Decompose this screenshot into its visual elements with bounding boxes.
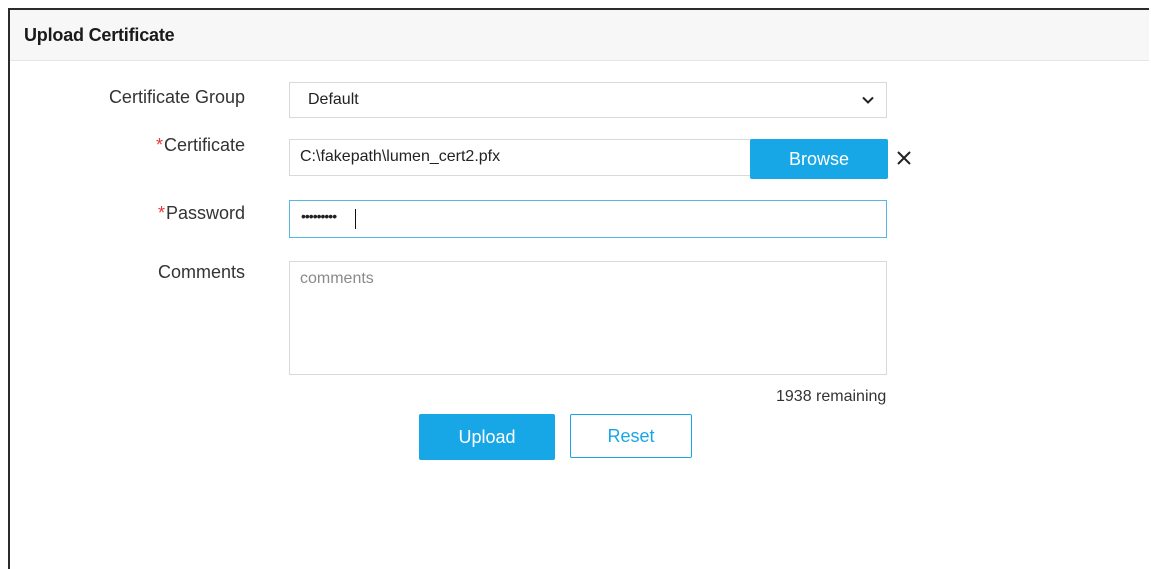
upload-certificate-panel: Upload Certificate Certificate Group Def… <box>8 8 1149 569</box>
certificate-file-path: C:\fakepath\lumen_cert2.pfx <box>300 148 501 165</box>
certificate-group-label-text: Certificate Group <box>108 87 245 107</box>
certificate-group-selected-value: Default <box>308 91 359 108</box>
panel-header: Upload Certificate <box>10 10 1149 61</box>
browse-button[interactable]: Browse <box>750 139 888 179</box>
comments-label: Comments <box>158 262 245 283</box>
panel-title: Upload Certificate <box>24 25 175 45</box>
required-asterisk: * <box>155 135 163 155</box>
text-caret <box>355 209 356 229</box>
chevron-down-icon <box>862 96 874 104</box>
remaining-counter: 1938 remaining <box>776 388 887 405</box>
password-masked-value: ••••••••• <box>301 208 337 224</box>
password-input[interactable]: ••••••••• <box>289 200 887 238</box>
certificate-group-label: Certificate Group <box>109 87 245 108</box>
password-label: *Password <box>158 203 245 224</box>
certificate-label-text: Certificate <box>163 135 245 155</box>
reset-button[interactable]: Reset <box>570 414 692 458</box>
comments-textarea[interactable] <box>289 261 887 375</box>
upload-button[interactable]: Upload <box>419 414 555 460</box>
certificate-group-select[interactable]: Default <box>289 82 887 118</box>
certificate-label: *Certificate <box>156 135 245 156</box>
comments-label-text: Comments <box>157 262 245 282</box>
required-asterisk: * <box>157 203 165 223</box>
close-icon[interactable] <box>896 150 912 166</box>
password-label-text: Password <box>165 203 245 223</box>
certificate-file-input[interactable]: C:\fakepath\lumen_cert2.pfx <box>289 139 751 176</box>
